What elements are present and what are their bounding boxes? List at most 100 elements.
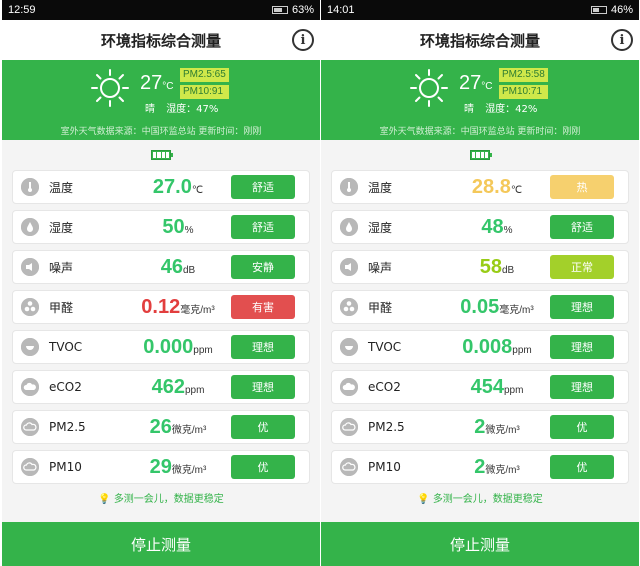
stop-measure-button[interactable]: 停止测量 (2, 522, 320, 566)
measurement-unit: ppm (184, 384, 205, 396)
measurement-unit: 微克/m³ (485, 424, 520, 436)
measurement-value: 462ppm (123, 376, 233, 399)
device-battery-icon (470, 150, 492, 160)
measurement-value: 2微克/m³ (442, 456, 552, 479)
measurement-unit: 微克/m³ (485, 464, 520, 476)
cloud-icon (340, 458, 358, 476)
battery-fill (273, 8, 283, 12)
measurement-row: 湿度 50% 舒适 (12, 210, 310, 244)
measurement-value: 48% (442, 216, 552, 239)
status-battery: 46% (590, 4, 633, 16)
weather-condition: 晴 (464, 104, 474, 115)
measurement-row: PM2.5 2微克/m³ 优 (331, 410, 629, 444)
outdoor-temp-unit: °C (481, 81, 493, 92)
measurement-name: 噪声 (368, 260, 393, 275)
outdoor-humidity: 湿度：47% (166, 104, 219, 115)
outdoor-temp: 27°C (140, 72, 173, 95)
measurement-value: 2微克/m³ (442, 416, 552, 439)
measurement-row: 甲醛 0.05毫克/m³ 理想 (331, 290, 629, 324)
measurement-unit: ppm (512, 344, 532, 356)
info-button[interactable]: i (292, 29, 314, 51)
measurement-value: 0.000ppm (123, 336, 233, 359)
weather-condition: 晴 (145, 104, 155, 115)
measurement-status-badge: 有害 (231, 295, 295, 319)
tvoc-icon (21, 338, 39, 356)
measurement-number: 462 (151, 375, 185, 398)
cloud-icon (21, 418, 39, 436)
measurement-list: 温度 27.0℃ 舒适 湿度 50% 舒适 噪声 46dB 安静 甲醛 0.12毫克/m³ 有害 TVO… (2, 170, 320, 484)
measurement-status-badge: 理想 (231, 375, 295, 399)
measurement-status-badge: 舒适 (550, 215, 614, 239)
measurement-unit: % (503, 224, 513, 236)
status-battery: 63% (271, 4, 314, 16)
measurement-name: PM10 (49, 460, 82, 474)
measurement-unit: ℃ (191, 184, 204, 196)
measurement-unit: ppm (193, 344, 213, 356)
device-battery-row (321, 140, 639, 170)
measurement-number: 0.05 (460, 295, 500, 318)
measurement-number: 2 (474, 415, 486, 438)
outdoor-pm25-badge: PM2.5:58 (499, 68, 548, 82)
measurement-status-badge: 优 (231, 455, 295, 479)
bulb-icon: 💡 (98, 494, 111, 505)
measurement-number: 26 (149, 415, 172, 438)
weather-panel: 27°C PM2.5:65 PM10:91 晴 湿度：47% 室外天气数据来源：… (2, 60, 320, 140)
measurement-row: eCO2 454ppm 理想 (331, 370, 629, 404)
noise-icon (21, 258, 39, 276)
outdoor-temp-value: 27 (459, 72, 482, 94)
measurement-name: 温度 (49, 180, 74, 195)
measurement-number: 27.0 (152, 175, 192, 198)
measurement-unit: dB (183, 264, 196, 276)
measurement-status-badge: 安静 (231, 255, 295, 279)
stop-measure-button[interactable]: 停止测量 (321, 522, 639, 566)
measurement-name: TVOC (368, 340, 402, 354)
weather-source: 室外天气数据来源：中国环监总站 更新时间：刚刚 (379, 127, 581, 137)
status-bar: 14:01 46% (321, 0, 639, 20)
outdoor-temp-unit: °C (162, 81, 174, 92)
measurement-value: 0.12毫克/m³ (123, 296, 233, 319)
measurement-name: PM10 (368, 460, 401, 474)
page-title: 环境指标综合测量 (100, 31, 221, 50)
measurement-value: 29微克/m³ (123, 456, 233, 479)
stop-measure-label: 停止测量 (449, 535, 510, 554)
measurement-row: PM10 2微克/m³ 优 (331, 450, 629, 484)
fan-icon (340, 298, 358, 316)
measurement-number: 2 (474, 455, 486, 478)
info-button[interactable]: i (611, 29, 633, 51)
battery-percent: 63% (291, 4, 314, 16)
measurement-value: 27.0℃ (123, 176, 233, 199)
status-time: 12:59 (8, 4, 36, 16)
tip-text: 💡 多测一会儿，数据更稳定 (2, 490, 320, 505)
measurement-unit: % (184, 224, 194, 236)
measurement-number: 29 (149, 455, 172, 478)
humidity-drop-icon (21, 218, 39, 236)
measurement-value: 28.8℃ (442, 176, 552, 199)
measurement-name: eCO2 (49, 380, 82, 394)
tip-label: 多测一会儿，数据更稳定 (432, 494, 543, 505)
measurement-number: 0.000 (143, 335, 194, 358)
measurement-name: 噪声 (49, 260, 74, 275)
page-title: 环境指标综合测量 (419, 31, 540, 50)
outdoor-pm10-badge: PM10:91 (180, 85, 229, 99)
measurement-number: 46 (160, 255, 183, 278)
device-battery-icon (151, 150, 173, 160)
measurement-name: 湿度 (49, 220, 74, 235)
measurement-row: 温度 27.0℃ 舒适 (12, 170, 310, 204)
measurement-row: PM10 29微克/m³ 优 (12, 450, 310, 484)
measurement-number: 50 (162, 215, 185, 238)
measurement-value: 26微克/m³ (123, 416, 233, 439)
device-battery-row (2, 140, 320, 170)
measurement-number: 28.8 (471, 175, 511, 198)
weather-description: 晴 湿度：47% (145, 100, 226, 115)
measurement-row: 甲醛 0.12毫克/m³ 有害 (12, 290, 310, 324)
measurement-status-badge: 正常 (550, 255, 614, 279)
measurement-value: 50% (123, 216, 233, 239)
thermometer-icon (340, 178, 358, 196)
title-bar: 环境指标综合测量 i (321, 20, 639, 60)
sunny-icon (410, 69, 448, 107)
measurement-name: 甲醛 (49, 300, 74, 315)
measurement-unit: ppm (503, 384, 524, 396)
weather-panel: 27°C PM2.5:58 PM10:71 晴 湿度：42% 室外天气数据来源：… (321, 60, 639, 140)
outdoor-humidity: 湿度：42% (485, 104, 538, 115)
measurement-number: 58 (479, 255, 502, 278)
